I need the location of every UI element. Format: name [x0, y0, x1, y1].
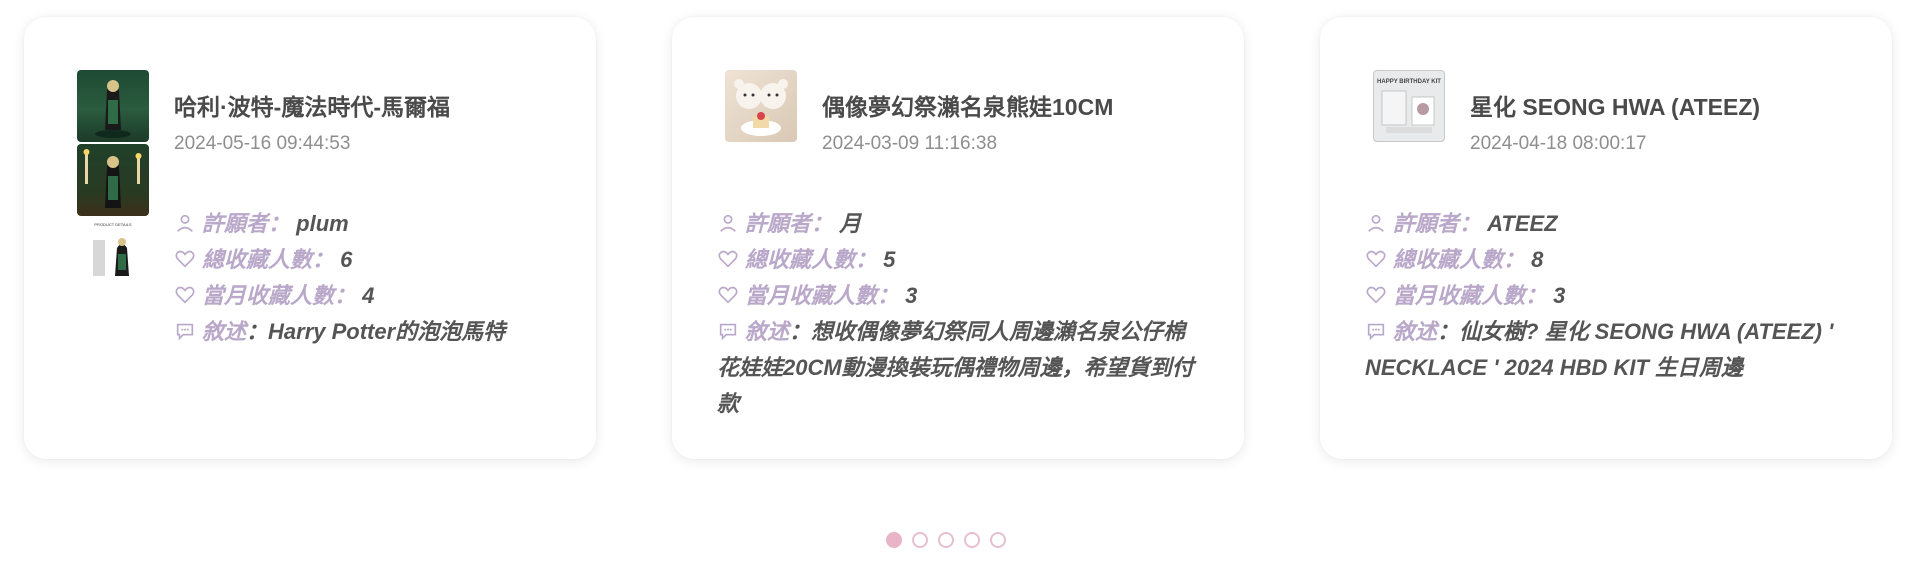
heart-icon: [718, 286, 738, 304]
monthly-fav-label: 當月收藏人數：: [1393, 283, 1548, 308]
wisher-row: 許願者： ATEEZ: [1365, 206, 1850, 242]
monthly-fav-label: 當月收藏人數：: [202, 283, 357, 308]
heart-icon: [1366, 286, 1386, 304]
heart-icon: [718, 250, 738, 268]
description-row: 敘述：想收偶像夢幻祭同人周邊瀨名泉公仔棉花娃娃20CM動漫換裝玩偶禮物周邊，希望…: [717, 314, 1202, 422]
carousel-pagination: [886, 532, 1006, 548]
pagination-dot[interactable]: [938, 532, 954, 548]
product-image[interactable]: PRODUCT DETAILS: [77, 218, 149, 290]
wisher-row: 許願者： plum: [174, 206, 566, 242]
wisher-label: 許願者：: [745, 211, 834, 236]
total-fav-row: 總收藏人數： 6: [174, 242, 566, 278]
user-icon: [720, 214, 736, 232]
pagination-dot[interactable]: [964, 532, 980, 548]
wish-title[interactable]: 星化 SEONG HWA (ATEEZ): [1470, 88, 1760, 122]
heart-icon: [1366, 250, 1386, 268]
heart-icon: [175, 250, 195, 268]
product-thumbnails[interactable]: [725, 70, 797, 142]
total-fav-count: 8: [1531, 247, 1544, 272]
wish-card[interactable]: HAPPY BIRTHDAY KIT 星化 SEONG HWA (ATEEZ) …: [1320, 17, 1892, 459]
wish-info: 許願者： 月 總收藏人數： 5 當月收藏人數： 3 敘述：想收偶像夢幻祭同人周邊…: [717, 206, 1202, 422]
monthly-fav-row: 當月收藏人數： 4: [174, 278, 566, 314]
wish-date: 2024-03-09 11:16:38: [822, 133, 998, 154]
wish-title[interactable]: 哈利·波特-魔法時代-馬爾福: [174, 88, 450, 122]
total-fav-row: 總收藏人數： 5: [717, 242, 1202, 278]
wish-info: 許願者： ATEEZ 總收藏人數： 8 當月收藏人數： 3 敘述：仙女樹? 星化…: [1365, 206, 1850, 386]
product-thumbnails[interactable]: HAPPY BIRTHDAY KIT: [1373, 70, 1445, 142]
total-fav-count: 6: [340, 247, 353, 272]
total-fav-label: 總收藏人數：: [745, 247, 878, 272]
wisher-label: 許願者：: [1393, 211, 1482, 236]
wisher-label: 許願者：: [202, 211, 291, 236]
monthly-fav-label: 當月收藏人數：: [745, 283, 900, 308]
wish-card[interactable]: 偶像夢幻祭瀨名泉熊娃10CM 2024-03-09 11:16:38 許願者： …: [672, 17, 1244, 459]
description-text: ：Harry Potter的泡泡馬特: [246, 319, 506, 344]
description-row: 敘述：仙女樹? 星化 SEONG HWA (ATEEZ) ' NECKLACE …: [1365, 314, 1850, 386]
pagination-dot[interactable]: [990, 532, 1006, 548]
total-fav-row: 總收藏人數： 8: [1365, 242, 1850, 278]
wish-card[interactable]: PRODUCT DETAILS 哈利·波特-魔法時代-馬爾福 2024-05-1…: [24, 17, 596, 459]
monthly-fav-row: 當月收藏人數： 3: [717, 278, 1202, 314]
wish-info: 許願者： plum 總收藏人數： 6 當月收藏人數： 4 敘述：Harry Po…: [174, 206, 566, 350]
product-image[interactable]: HAPPY BIRTHDAY KIT: [1373, 70, 1445, 142]
total-fav-label: 總收藏人數：: [1393, 247, 1526, 272]
product-image[interactable]: [77, 70, 149, 142]
total-fav-label: 總收藏人數：: [202, 247, 335, 272]
monthly-fav-row: 當月收藏人數： 3: [1365, 278, 1850, 314]
wish-date: 2024-04-18 08:00:17: [1470, 133, 1647, 154]
monthly-fav-count: 3: [905, 283, 918, 308]
description-text: ：想收偶像夢幻祭同人周邊瀨名泉公仔棉花娃娃20CM動漫換裝玩偶禮物周邊，希望貨到…: [717, 319, 1194, 416]
monthly-fav-count: 3: [1553, 283, 1566, 308]
user-icon: [1368, 214, 1384, 232]
wish-title[interactable]: 偶像夢幻祭瀨名泉熊娃10CM: [822, 88, 1113, 122]
total-fav-count: 5: [883, 247, 896, 272]
wisher-name: ATEEZ: [1487, 211, 1558, 236]
comment-icon: [719, 323, 737, 341]
pagination-dot[interactable]: [886, 532, 902, 548]
comment-icon: [176, 323, 194, 341]
wisher-row: 許願者： 月: [717, 206, 1202, 242]
description-label: 敘述: [1393, 319, 1438, 344]
thumbnail-caption: PRODUCT DETAILS: [94, 222, 132, 227]
product-image[interactable]: [77, 144, 149, 216]
monthly-fav-count: 4: [362, 283, 375, 308]
pagination-dot[interactable]: [912, 532, 928, 548]
description-row: 敘述：Harry Potter的泡泡馬特: [174, 314, 566, 350]
thumbnail-caption: HAPPY BIRTHDAY KIT: [1377, 79, 1441, 85]
description-label: 敘述: [202, 319, 247, 344]
wisher-name: 月: [839, 211, 862, 236]
wisher-name: plum: [296, 211, 349, 236]
wish-date: 2024-05-16 09:44:53: [174, 133, 351, 154]
product-image[interactable]: [725, 70, 797, 142]
product-thumbnails[interactable]: PRODUCT DETAILS: [77, 70, 149, 290]
heart-icon: [175, 286, 195, 304]
comment-icon: [1367, 323, 1385, 341]
user-icon: [177, 214, 193, 232]
description-label: 敘述: [745, 319, 790, 344]
